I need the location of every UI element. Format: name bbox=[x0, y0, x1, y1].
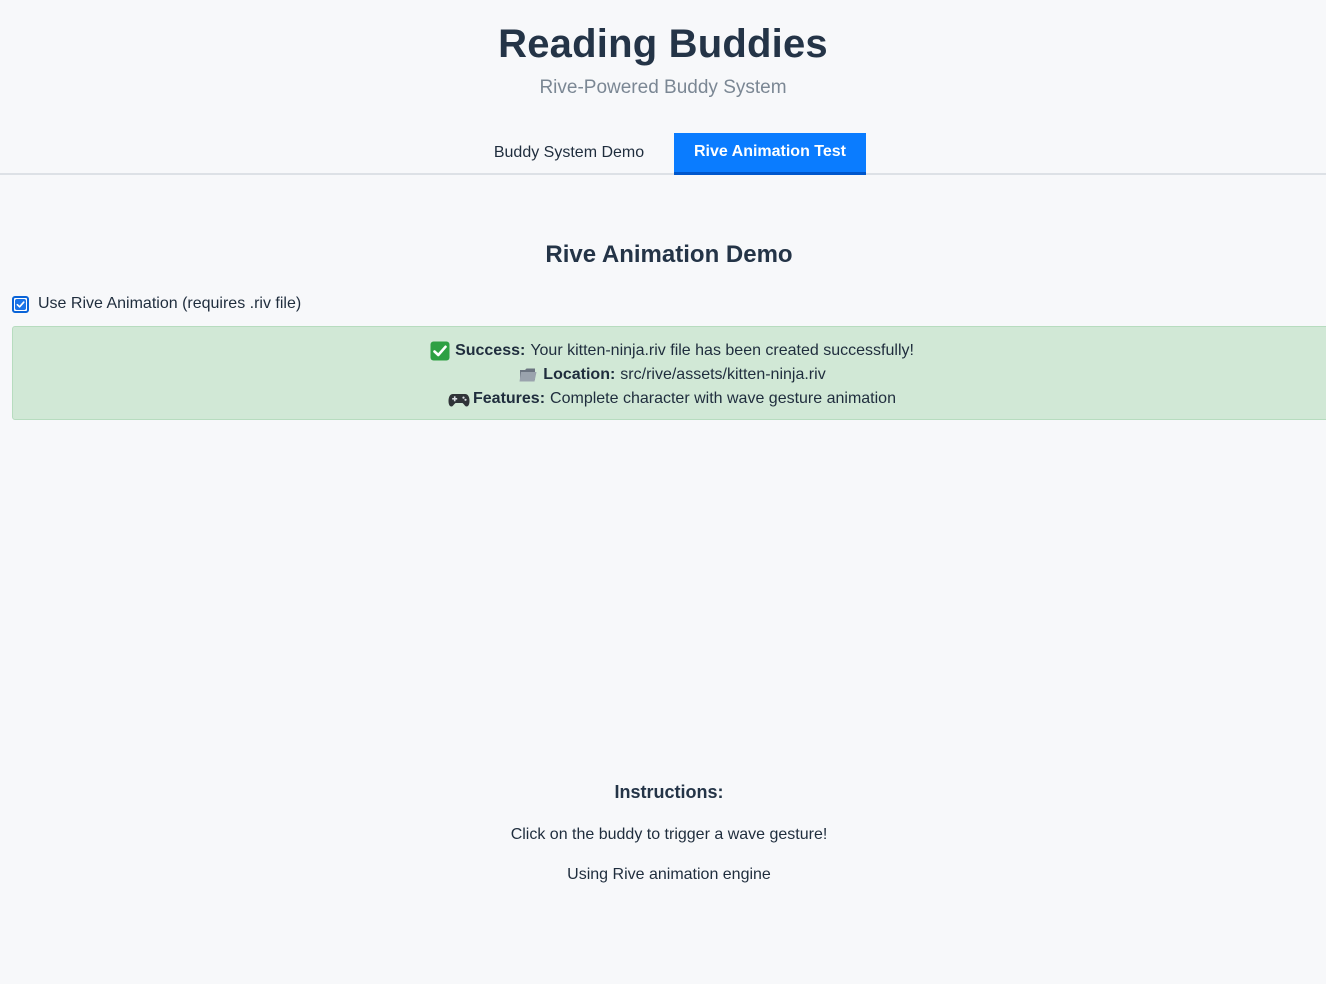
features-label: Features: bbox=[473, 390, 546, 407]
app-header: Reading Buddies Rive-Powered Buddy Syste… bbox=[0, 0, 1326, 100]
rive-animation-checkbox[interactable] bbox=[12, 295, 29, 313]
tab-rive-animation-test[interactable]: Rive Animation Test bbox=[674, 133, 866, 175]
tab-bar: Buddy System Demo Rive Animation Test bbox=[0, 133, 1326, 175]
check-mark-icon bbox=[430, 341, 450, 361]
folder-icon bbox=[518, 365, 538, 385]
tab-buddy-system-demo[interactable]: Buddy System Demo bbox=[474, 133, 664, 173]
success-text: Your kitten-ninja.riv file has been crea… bbox=[530, 342, 914, 359]
location-text: src/rive/assets/kitten-ninja.riv bbox=[620, 366, 826, 383]
success-panel: Success: Your kitten-ninja.riv file has … bbox=[12, 326, 1326, 420]
success-label: Success: bbox=[455, 342, 526, 359]
game-controller-icon bbox=[448, 389, 470, 409]
instructions: Instructions: Click on the buddy to trig… bbox=[0, 778, 1326, 887]
checkmark-icon bbox=[15, 298, 26, 310]
instructions-line-wave: Click on the buddy to trigger a wave ges… bbox=[510, 826, 828, 843]
features-text: Complete character with wave gesture ani… bbox=[550, 390, 896, 407]
location-label: Location: bbox=[543, 366, 616, 383]
section-title: Rive Animation Demo bbox=[545, 241, 793, 268]
app-subtitle: Rive-Powered Buddy System bbox=[539, 77, 787, 98]
instructions-title: Instructions: bbox=[614, 782, 724, 802]
features-line: Features: Complete character with wave g… bbox=[13, 387, 1326, 411]
app-title: Reading Buddies bbox=[498, 22, 828, 66]
rive-animation-toggle-label: Use Rive Animation (requires .riv file) bbox=[38, 295, 302, 312]
rive-animation-toggle[interactable]: Use Rive Animation (requires .riv file) bbox=[12, 292, 301, 316]
instructions-line-engine: Using Rive animation engine bbox=[567, 866, 771, 883]
success-line: Success: Your kitten-ninja.riv file has … bbox=[13, 339, 1326, 363]
location-line: Location: src/rive/assets/kitten-ninja.r… bbox=[13, 363, 1326, 387]
